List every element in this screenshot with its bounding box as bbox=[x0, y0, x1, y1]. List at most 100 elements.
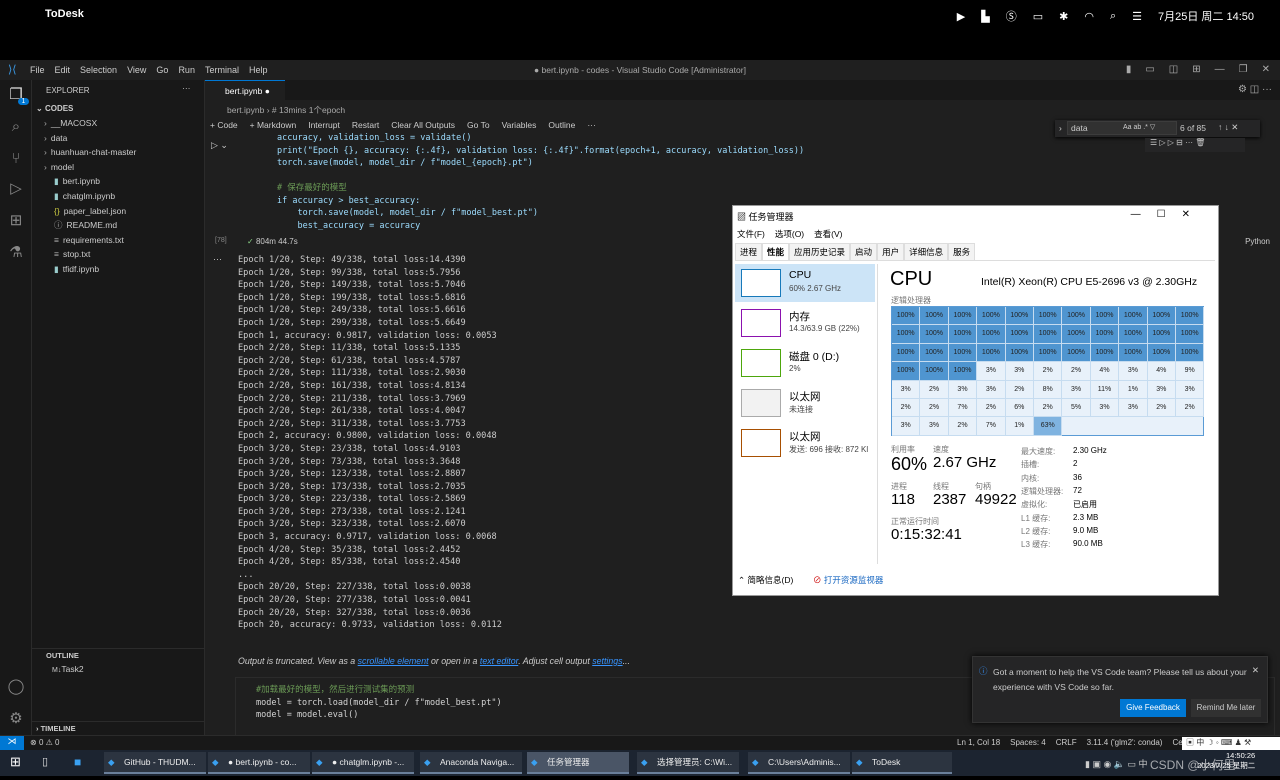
toggle-sidebar-icon[interactable]: ▮ bbox=[1126, 64, 1132, 75]
file-item[interactable]: ⓘ README.md bbox=[32, 218, 205, 232]
resource-item[interactable]: 磁盘 0 (D:) 2% bbox=[735, 344, 875, 382]
taskbar-item[interactable]: ◆ C:\Users\Adminis... bbox=[748, 752, 850, 774]
settings-gear-icon[interactable]: ⚙ bbox=[7, 710, 25, 728]
text-editor-link[interactable]: text editor bbox=[480, 656, 518, 666]
tm-tab[interactable]: 应用历史记录 bbox=[789, 243, 851, 260]
search-icon[interactable]: ⌕ bbox=[1110, 10, 1116, 23]
outline-section[interactable]: OUTLINE bbox=[32, 648, 205, 662]
restore-button[interactable]: ❐ bbox=[1239, 64, 1248, 75]
layout-icon[interactable]: ⊞ bbox=[1192, 64, 1200, 75]
resource-item[interactable]: 内存 14.3/63.9 GB (22%) bbox=[735, 304, 875, 342]
run-debug-icon[interactable]: ▷ bbox=[7, 180, 25, 198]
find-input[interactable] bbox=[1067, 121, 1177, 135]
toggle-secondary-sidebar-icon[interactable]: ◫ bbox=[1169, 64, 1178, 75]
minimize-button[interactable]: — bbox=[1215, 64, 1225, 75]
resource-item[interactable]: 以太网 发送: 696 接收: 872 Kl bbox=[735, 424, 875, 462]
taskbar-item[interactable]: ◆ Anaconda Naviga... bbox=[420, 752, 522, 774]
remind-later-button[interactable]: Remind Me later bbox=[1191, 699, 1261, 717]
bluetooth-icon[interactable]: ✱ bbox=[1059, 10, 1068, 23]
file-item[interactable]: ▮ tfidf.ipynb bbox=[32, 262, 205, 276]
tab-bert-ipynb[interactable]: bert.ipynb ● bbox=[205, 80, 285, 100]
folder-codes[interactable]: ⌄ CODES bbox=[32, 102, 205, 116]
eol[interactable]: CRLF bbox=[1056, 738, 1077, 747]
toolbar-markdown-button[interactable]: + Markdown bbox=[250, 120, 297, 130]
account-icon[interactable]: ◯ bbox=[7, 678, 25, 696]
tm-tab[interactable]: 性能 bbox=[762, 243, 790, 260]
file-item[interactable]: {} paper_label.json bbox=[32, 204, 205, 218]
taskbar-clock[interactable]: 14:50:26 2023/7/25 星期二 bbox=[1197, 751, 1255, 771]
window-controls[interactable]: —☐✕ bbox=[1131, 209, 1206, 220]
unsaved-dot-icon[interactable]: ● bbox=[265, 86, 270, 96]
taskbar-item[interactable]: ◆ 任务管理器 bbox=[527, 752, 629, 774]
start-icon[interactable]: ⊞ bbox=[10, 754, 21, 770]
open-resource-monitor-link[interactable]: ⊘ 打开资源监视器 bbox=[813, 574, 883, 586]
breadcrumb-cell[interactable]: # 13mins 1个epoch bbox=[272, 105, 345, 115]
cursor-position[interactable]: Ln 1, Col 18 bbox=[957, 738, 1000, 747]
source-control-icon[interactable]: ⑂ bbox=[7, 150, 25, 168]
file-item[interactable]: › __MACOSX bbox=[32, 116, 205, 130]
file-item[interactable]: ≡ stop.txt bbox=[32, 247, 205, 261]
tm-menu-item[interactable]: 查看(V) bbox=[814, 228, 842, 240]
tm-tab[interactable]: 用户 bbox=[877, 243, 905, 260]
taskbar-item[interactable]: ◆ ToDesk bbox=[852, 752, 952, 774]
toggle-replace-icon[interactable]: › bbox=[1059, 123, 1062, 133]
indentation[interactable]: Spaces: 4 bbox=[1010, 738, 1046, 747]
interpreter[interactable]: 3.11.4 ('glm2': conda) bbox=[1087, 738, 1163, 747]
toolbar-go-to-button[interactable]: Go To bbox=[467, 120, 490, 130]
clock[interactable]: 7月25日 周二 14:50 bbox=[1158, 8, 1254, 24]
toolbar-outline-button[interactable]: Outline bbox=[548, 120, 575, 130]
find-nav-icons[interactable]: ↑ ↓ ✕ bbox=[1218, 122, 1238, 133]
file-item[interactable]: › huanhuan-chat-master bbox=[32, 145, 205, 159]
active-app-name[interactable]: ToDesk bbox=[45, 8, 84, 20]
taskbar-item[interactable]: ◆ GitHub - THUDM... bbox=[104, 752, 206, 774]
system-tray-icons[interactable]: ▮ ▣ ◉ 🔈 ▭ 中 bbox=[1085, 757, 1148, 770]
battery-icon[interactable]: ▭ bbox=[1033, 10, 1043, 23]
toolbar-item-button[interactable]: ··· bbox=[587, 120, 596, 130]
cell-toolbar[interactable]: ☰ ▷ ▷ ⊟ ··· 🗑 bbox=[1145, 138, 1245, 152]
taskbar-item[interactable]: ◆ ● chatglm.ipynb -... bbox=[312, 752, 414, 774]
toggle-panel-icon[interactable]: ▭ bbox=[1145, 64, 1154, 75]
outline-item[interactable]: M↓Task2 bbox=[32, 662, 205, 676]
s-app-icon[interactable]: Ⓢ bbox=[1006, 8, 1017, 24]
settings-link[interactable]: settings bbox=[592, 656, 622, 666]
more-actions-icon[interactable]: ··· bbox=[182, 83, 191, 93]
resource-cpu[interactable]: CPU 60% 2.67 GHz bbox=[735, 264, 875, 302]
code-cell[interactable]: accuracy, validation_loss = validate() pr… bbox=[277, 132, 804, 232]
testing-icon[interactable]: ⚗ bbox=[7, 244, 25, 262]
wifi-icon[interactable]: ◠ bbox=[1084, 10, 1094, 23]
give-feedback-button[interactable]: Give Feedback bbox=[1120, 699, 1186, 717]
search-icon[interactable]: ⌕ bbox=[7, 118, 25, 136]
toolbar-restart-button[interactable]: Restart bbox=[352, 120, 379, 130]
ime-toolbar[interactable]: ▣ 中 ☽ ◦ ⌨ ♟ ⚒ bbox=[1182, 737, 1280, 750]
file-item[interactable]: ▮ chatglm.ipynb bbox=[32, 189, 205, 203]
fewer-details-button[interactable]: ⌃ 简略信息(D) bbox=[738, 574, 793, 586]
editor-actions[interactable]: ⚙ ◫ ··· bbox=[1238, 84, 1272, 95]
run-cell-icon[interactable]: ▷ ⌄ bbox=[211, 140, 228, 151]
output-actions-icon[interactable]: ··· bbox=[213, 254, 222, 264]
cat-icon[interactable]: ▙ bbox=[981, 10, 989, 23]
file-item[interactable]: ≡ requirements.txt bbox=[32, 233, 205, 247]
tm-tab[interactable]: 进程 bbox=[735, 243, 763, 260]
task-view-icon[interactable]: ▯ bbox=[42, 755, 48, 768]
timeline-section[interactable]: › TIMELINE bbox=[32, 721, 205, 735]
tray-app-icon[interactable]: ▶ bbox=[957, 10, 965, 23]
tm-menu-item[interactable]: 文件(F) bbox=[737, 228, 765, 240]
cell-language[interactable]: Python bbox=[1245, 237, 1270, 246]
toolbar-code-button[interactable]: + Code bbox=[210, 120, 238, 130]
taskbar-item[interactable]: ◆ 选择管理员: C:\Wi... bbox=[637, 752, 739, 774]
resource-item[interactable]: 以太网 未连接 bbox=[735, 384, 875, 422]
toolbar-variables-button[interactable]: Variables bbox=[502, 120, 537, 130]
close-button[interactable]: ✕ bbox=[1262, 64, 1270, 75]
file-item[interactable]: ▮ bert.ipynb bbox=[32, 174, 205, 188]
find-options-icons[interactable]: Aa ab .* ▽ bbox=[1123, 123, 1155, 131]
file-item[interactable]: › data bbox=[32, 131, 205, 145]
scrollable-element-link[interactable]: scrollable element bbox=[358, 656, 429, 666]
desktop-icon[interactable]: ■ bbox=[74, 755, 81, 769]
tm-tab[interactable]: 服务 bbox=[948, 243, 976, 260]
taskbar-item[interactable]: ◆ ● bert.ipynb - co... bbox=[208, 752, 310, 774]
extensions-icon[interactable]: ⊞ bbox=[7, 212, 25, 230]
breadcrumb-file[interactable]: bert.ipynb bbox=[227, 105, 264, 115]
tm-menu-item[interactable]: 选项(O) bbox=[775, 228, 804, 240]
remote-icon[interactable]: ⋊ bbox=[0, 736, 24, 751]
toolbar-clear-all-outputs-button[interactable]: Clear All Outputs bbox=[391, 120, 455, 130]
